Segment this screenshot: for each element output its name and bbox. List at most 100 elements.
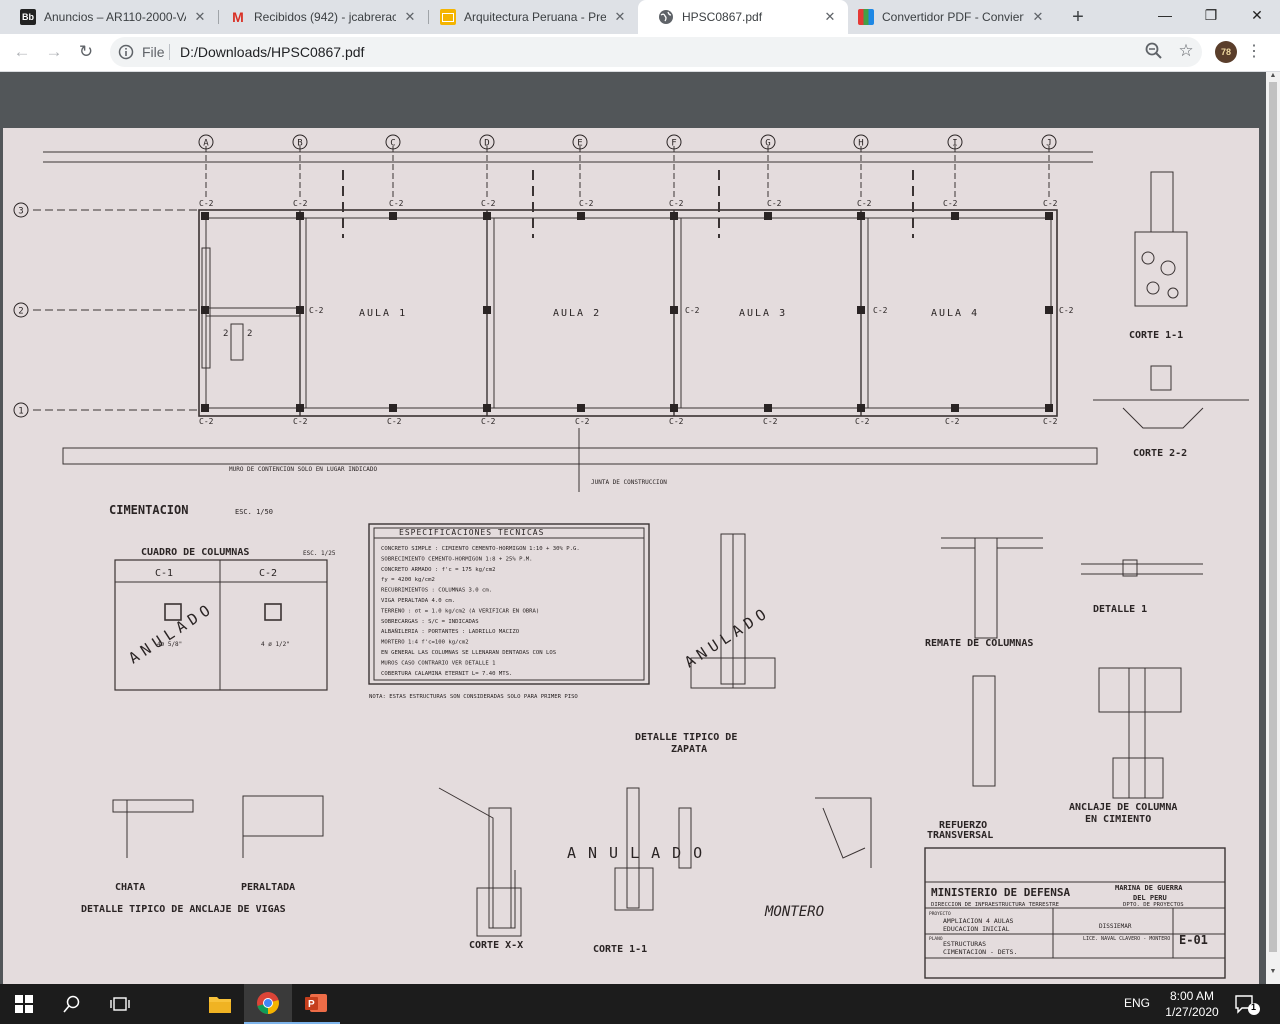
column-axis-label: C: [390, 139, 395, 149]
tab-anuncios[interactable]: Bb Anuncios – AR110-2000-VA ✕: [0, 0, 218, 34]
spec-line: CONCRETO ARMADO : f'c = 175 kg/cm2: [381, 567, 496, 573]
scroll-up-icon[interactable]: ▲: [1269, 72, 1277, 82]
avatar[interactable]: 78: [1215, 41, 1237, 63]
column-table-scale: ESC. 1/25: [303, 550, 336, 557]
column-tag: C-2: [387, 417, 402, 426]
room-label: AULA 4: [931, 308, 979, 319]
system-clock[interactable]: 8:00 AM 1/27/2020: [1160, 988, 1224, 1020]
row-axis-label: 3: [18, 207, 23, 217]
column-tag: C-2: [1059, 306, 1074, 315]
restore-button[interactable]: ❐: [1188, 0, 1234, 30]
url-text[interactable]: D:/Downloads/HPSC0867.pdf: [180, 44, 364, 60]
column-tag: C-2: [767, 199, 782, 208]
column-tag: C-2: [389, 199, 404, 208]
pdf-converter-icon: [858, 9, 874, 25]
title-block-sub-org: MARINA DE GUERRA: [1115, 884, 1183, 892]
drawing-scale: ESC. 1/50: [235, 508, 273, 516]
plano-name-2: CIMENTACION - DETS.: [943, 948, 1017, 956]
scroll-thumb[interactable]: [1269, 82, 1277, 952]
tab-strip: Bb Anuncios – AR110-2000-VA ✕ M Recibido…: [0, 0, 1280, 34]
column-tag: C-2: [857, 199, 872, 208]
back-button[interactable]: ←: [10, 40, 34, 64]
column-tag: C-2: [763, 417, 778, 426]
gmail-icon: M: [232, 9, 244, 25]
tab-slides[interactable]: Arquitectura Peruana - Pres ✕: [420, 0, 638, 34]
corte-2-2-title: CORTE 2-2: [1133, 448, 1187, 459]
column-tag: C-2: [669, 199, 684, 208]
bookmark-star-icon[interactable]: ☆: [1176, 41, 1196, 61]
tab-gmail[interactable]: M Recibidos (942) - jcabreracu ✕: [210, 0, 428, 34]
structural-drawing: A B C D E F G H I J 3 2 1 AULA 1 AULA 2 AULA 3 AULA…: [13, 134, 1249, 979]
tab-hpsc0867[interactable]: HPSC0867.pdf ✕: [638, 0, 848, 34]
specs-title: ESPECIFICACIONES TECNICAS: [399, 528, 544, 537]
action-center-button[interactable]: 1: [1232, 992, 1262, 1016]
row-axis-label: 2: [18, 307, 23, 317]
toilet-label: 2: [223, 329, 228, 339]
room-label: AULA 1: [359, 308, 407, 319]
tab-title: Anuncios – AR110-2000-VA: [44, 10, 186, 24]
new-tab-button[interactable]: +: [1068, 6, 1088, 28]
spec-line: EN GENERAL LAS COLUMNAS SE LLENARAN DENT…: [381, 650, 556, 656]
ubicacion: LICE. NAVAL CLAVERO - MONTERO: [1083, 936, 1170, 942]
column-tag: C-2: [579, 199, 594, 208]
close-icon[interactable]: ✕: [192, 9, 208, 25]
zoom-icon[interactable]: [1144, 41, 1164, 61]
close-icon[interactable]: ✕: [1030, 9, 1046, 25]
close-icon[interactable]: ✕: [612, 9, 628, 25]
column-tag: C-2: [669, 417, 684, 426]
spec-line: VIGA PERALTADA 4.0 cm.: [381, 598, 455, 604]
room-label: AULA 2: [553, 308, 601, 319]
scrollbar[interactable]: ▲ ▼: [1266, 72, 1280, 984]
language-indicator[interactable]: ENG: [1124, 996, 1150, 1010]
column-tag: C-2: [855, 417, 870, 426]
remate-title: REMATE DE COLUMNAS: [925, 638, 1033, 649]
close-window-button[interactable]: ✕: [1234, 0, 1280, 30]
powerpoint-taskbar-button[interactable]: P: [292, 984, 340, 1024]
powerpoint-icon: P: [305, 994, 327, 1012]
reload-button[interactable]: ↻: [74, 40, 98, 64]
column-tag: C-2: [199, 417, 214, 426]
anclaje-columna-title-2: EN CIMIENTO: [1085, 814, 1151, 825]
spec-line: RECUBRIMIENTOS : COLUMNAS 3.0 cm.: [381, 588, 492, 594]
task-view-icon: [110, 997, 130, 1011]
minimize-button[interactable]: —: [1142, 0, 1188, 30]
folder-icon: [209, 997, 231, 1013]
project-name-2: EDUCACION INICIAL: [943, 925, 1010, 933]
column-axis-label: G: [765, 139, 770, 149]
signature-montero: MONTERO: [764, 904, 824, 920]
file-explorer-button[interactable]: [196, 984, 244, 1024]
title-block-sub-org-2: DEL PERU: [1133, 894, 1167, 902]
clock-time: 8:00 AM: [1169, 989, 1215, 1003]
scroll-down-icon[interactable]: ▼: [1269, 968, 1277, 978]
tab-convertidor[interactable]: Convertidor PDF - Convierte ✕: [838, 0, 1056, 34]
column-tag: C-2: [481, 417, 496, 426]
zapata-title-2: ZAPATA: [671, 744, 707, 755]
svg-text:P: P: [308, 999, 315, 1010]
notification-icon: [1235, 995, 1260, 1015]
refuerzo-title-2: TRANSVERSAL: [927, 830, 993, 841]
forward-button[interactable]: →: [42, 40, 66, 64]
detalle-1-title: DETALLE 1: [1093, 604, 1147, 615]
anulado-stamp: ANULADO: [125, 599, 217, 668]
address-bar[interactable]: File D:/Downloads/HPSC0867.pdf: [110, 37, 1202, 67]
tab-title: Convertidor PDF - Convierte: [882, 10, 1024, 24]
menu-icon[interactable]: ⋮: [1246, 41, 1262, 61]
task-view-button[interactable]: [96, 984, 144, 1024]
spec-line: CONCRETO SIMPLE : CIMIENTO CEMENTO-HORMI…: [381, 546, 580, 552]
column-table-header: C-1: [155, 568, 173, 579]
corte-x-x-title: CORTE X-X: [469, 940, 523, 951]
column-axis-label: H: [858, 139, 863, 149]
search-icon: [63, 995, 80, 1013]
clock-date: 1/27/2020: [1165, 1005, 1219, 1019]
start-button[interactable]: [0, 984, 48, 1024]
anclaje-columna-title: ANCLAJE DE COLUMNA: [1069, 802, 1177, 813]
specs-lines: CONCRETO SIMPLE : CIMIENTO CEMENTO-HORMI…: [381, 546, 580, 677]
close-icon[interactable]: ✕: [402, 9, 418, 25]
info-icon[interactable]: [118, 44, 134, 60]
spec-line: TERRENO : σt = 1.0 kg/cm2 (A VERIFICAR E…: [381, 608, 539, 614]
chrome-taskbar-button[interactable]: [244, 984, 292, 1024]
chrome-icon: [257, 992, 279, 1014]
spec-line: fy = 4200 kg/cm2: [381, 577, 435, 583]
close-icon[interactable]: ✕: [822, 9, 838, 25]
search-button[interactable]: [48, 984, 96, 1024]
